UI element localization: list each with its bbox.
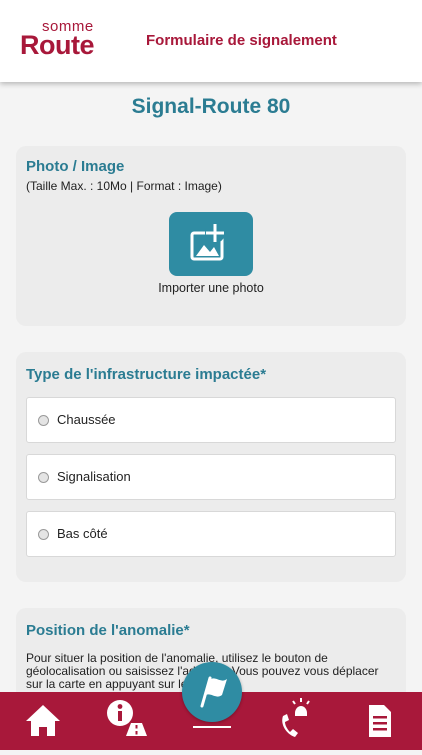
infrastructure-type-title: Type de l'infrastructure impactée* [26,366,267,383]
option-chaussee[interactable]: Chaussée [26,397,396,443]
home-icon [26,705,60,736]
somme-route-logo[interactable]: somme Route [20,18,100,66]
flag-icon [200,676,227,708]
option-signalisation[interactable]: Signalisation [26,454,396,500]
report-flag-button[interactable] [182,662,242,722]
app-header: somme Route Formulaire de signalement [0,0,422,82]
document-icon [369,705,391,737]
option-label: Chaussée [57,412,116,427]
nav-home[interactable] [22,692,64,750]
import-photo-label[interactable]: Importer une photo [16,281,406,295]
nav-info-road[interactable] [102,692,152,750]
radio-button[interactable] [38,529,49,540]
header-title: Formulaire de signalement [146,32,337,49]
add-image-icon [190,223,225,261]
page-title: Signal-Route 80 [131,95,291,118]
radio-button[interactable] [38,472,49,483]
position-title: Position de l'anomalie* [26,622,190,639]
import-photo-button[interactable] [169,212,253,276]
photo-section: Photo / Image (Taille Max. : 10Mo | Form… [16,146,406,326]
nav-document[interactable] [362,692,398,750]
photo-size-hint: (Taille Max. : 10Mo | Format : Image) [26,179,222,193]
photo-section-title: Photo / Image [26,158,125,175]
active-tab-indicator [193,726,231,728]
infrastructure-type-section: Type de l'infrastructure impactée* Chaus… [16,352,406,582]
nav-emergency-call[interactable] [274,692,314,750]
option-label: Bas côté [57,526,108,541]
logo-main-text: Route [20,30,95,60]
radio-button[interactable] [38,415,49,426]
option-bas-cote[interactable]: Bas côté [26,511,396,557]
option-label: Signalisation [57,469,131,484]
emergency-call-icon [282,698,310,737]
info-road-icon [107,700,147,736]
